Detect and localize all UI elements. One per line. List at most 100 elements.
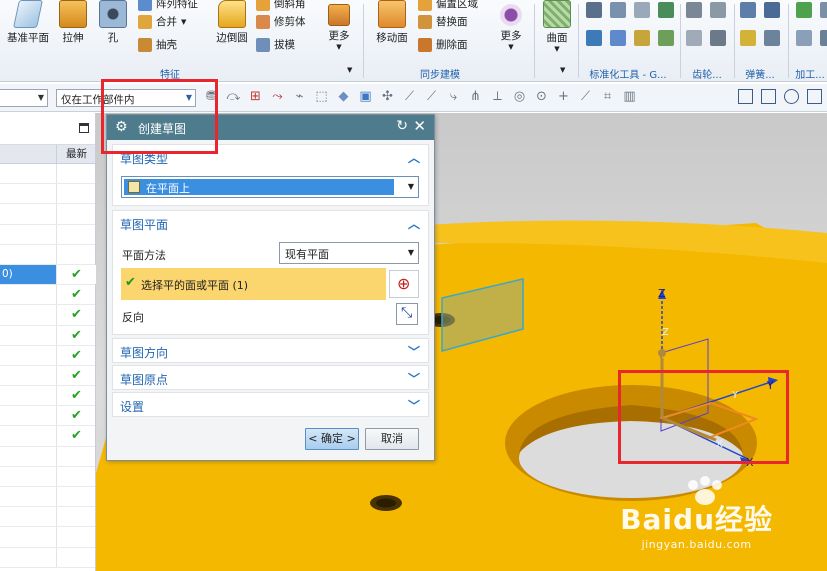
endpoint-icon[interactable]: ⟋ [402, 89, 417, 104]
navigator-row[interactable]: ✔ [0, 285, 95, 306]
section-settings[interactable]: 设置 ﹀ [112, 392, 429, 417]
fit-view-icon[interactable] [738, 89, 753, 104]
cube-select-icon[interactable]: ▣ [358, 89, 373, 104]
face-rule-icon[interactable]: ⌁ [292, 89, 307, 104]
cancel-button[interactable]: 取消 [365, 428, 419, 450]
zoom-view-icon[interactable] [761, 89, 776, 104]
more-sync-button[interactable]: 更多 ▼ [494, 0, 528, 51]
perpendicular-icon[interactable]: ⟂ [490, 89, 505, 104]
navigator-row[interactable] [0, 244, 95, 265]
orient-view-icon[interactable] [807, 89, 822, 104]
navigator-row[interactable]: ✔ [0, 426, 95, 447]
select-all-icon[interactable]: ⤼ [226, 89, 241, 104]
navigator-row[interactable]: ✔ [0, 406, 95, 427]
more-sync-dropdown-icon[interactable]: ▼ [494, 43, 528, 51]
navigator-row[interactable]: ✔ [0, 305, 95, 326]
existing-point-icon[interactable]: + [556, 89, 571, 104]
gb-shape-icon[interactable] [658, 2, 674, 18]
navigator-row[interactable] [0, 527, 95, 548]
gear-spur-icon[interactable] [686, 2, 702, 18]
spread-icon[interactable]: ✣ [380, 89, 395, 104]
machining-sheet-icon[interactable] [796, 30, 812, 46]
reverse-direction-button[interactable]: ⤡ [396, 303, 418, 325]
ok-button[interactable]: < 确定 > [305, 428, 359, 450]
dialog-title-bar[interactable]: ⚙ 创建草图 ↻ ✕ [107, 115, 434, 140]
draft-button[interactable]: 拔模 [256, 37, 295, 52]
plane-method-select[interactable]: 现有平面 ▼ [279, 242, 419, 264]
navigator-row[interactable] [0, 184, 95, 205]
navigator-row[interactable]: ✔ [0, 386, 95, 407]
curve-rule-icon[interactable]: ⤳ [270, 89, 285, 104]
navigator-row[interactable] [0, 507, 95, 528]
quadrant-icon[interactable]: ⊙ [534, 89, 549, 104]
feature-select-icon[interactable]: ⊞ [248, 89, 263, 104]
point-on-face-icon[interactable]: ⌗ [600, 89, 615, 104]
hole-button[interactable]: 孔 [98, 0, 128, 45]
move-face-button[interactable]: 移动面 [372, 0, 412, 45]
control-point-icon[interactable]: ⤷ [446, 89, 461, 104]
navigator-row[interactable]: ✔ [0, 345, 95, 366]
section-header-sketch-type[interactable]: 草图类型 ︿ [113, 145, 428, 170]
machining-doc-icon[interactable] [820, 30, 827, 46]
gb-part-icon[interactable] [586, 2, 602, 18]
section-header-settings[interactable]: 设置 ﹀ [113, 393, 428, 418]
spring-tension-icon[interactable] [764, 2, 780, 18]
gear-helix-icon[interactable] [710, 2, 726, 18]
gear-cone-icon[interactable] [686, 30, 702, 46]
arc-center-icon[interactable]: ◎ [512, 89, 527, 104]
section-header-sketch-origin[interactable]: 草图原点 ﹀ [113, 366, 428, 391]
unite-dropdown-icon[interactable]: ▼ [181, 18, 186, 26]
navigator-row[interactable] [0, 466, 95, 487]
navigator-row[interactable] [0, 164, 95, 185]
gb-fix-icon[interactable] [610, 30, 626, 46]
filter-icon[interactable]: ⛃ [204, 89, 219, 104]
delete-face-button[interactable]: 删除面 [418, 37, 468, 52]
feature-group-expand-icon[interactable]: ▼ [347, 66, 352, 74]
navigator-row[interactable]: 0) ✔ [0, 264, 96, 286]
offset-region-button[interactable]: 偏置区域 [418, 0, 478, 11]
face-selector-button[interactable]: ⊕ [389, 270, 419, 298]
intersection-icon[interactable]: ⋔ [468, 89, 483, 104]
close-icon[interactable]: ✕ [413, 117, 426, 135]
column-header-latest[interactable]: 最新 [56, 145, 96, 164]
select-face-row[interactable]: ✔ 选择平的面或平面 (1) [121, 268, 386, 300]
trim-body-button[interactable]: 修剪体 [256, 14, 306, 29]
spring-compression-icon[interactable] [740, 2, 756, 18]
sketch-type-select[interactable]: 在平面上 ▼ [121, 176, 419, 198]
navigator-row[interactable] [0, 204, 95, 225]
gb-wrench-icon[interactable] [586, 30, 602, 46]
maximize-icon[interactable] [79, 123, 89, 133]
spring-delete-icon[interactable] [764, 30, 780, 46]
chamfer-button[interactable]: 倒斜角 [256, 0, 306, 11]
point-on-curve-icon[interactable]: ⟋ [578, 89, 593, 104]
replace-face-button[interactable]: 替换面 [418, 14, 468, 29]
rotate-view-icon[interactable] [784, 89, 799, 104]
gb-stack-icon[interactable] [610, 2, 626, 18]
surface-button[interactable]: 曲面 ▼ [538, 0, 576, 53]
type-filter-select[interactable]: ▼ [0, 89, 48, 107]
shell-button[interactable]: 抽壳 [138, 37, 177, 52]
midpoint-icon[interactable]: ⟋ [424, 89, 439, 104]
pattern-feature-button[interactable]: 阵列特征 [138, 0, 198, 11]
gb-shaft-icon[interactable] [658, 30, 674, 46]
gb-bolt-icon[interactable] [634, 2, 650, 18]
machining-check-icon[interactable] [796, 2, 812, 18]
surface-dropdown-icon[interactable]: ▼ [538, 45, 576, 53]
reset-icon[interactable]: ↻ [396, 118, 408, 134]
navigator-row[interactable] [0, 547, 95, 568]
section-header-sketch-plane[interactable]: 草图平面 ︿ [113, 211, 428, 236]
solid-body-icon[interactable]: ◆ [336, 89, 351, 104]
navigator-row[interactable] [0, 224, 95, 245]
navigator-row[interactable] [0, 487, 95, 508]
section-sketch-orientation[interactable]: 草图方向 ﹀ [112, 338, 429, 363]
selection-scope-select[interactable]: 仅在工作部件内 ▼ [56, 89, 196, 107]
spring-disk-icon[interactable] [740, 30, 756, 46]
gb-gear-icon[interactable] [634, 30, 650, 46]
datum-plane-button[interactable]: 基准平面 [4, 0, 52, 45]
section-header-sketch-orientation[interactable]: 草图方向 ﹀ [113, 339, 428, 364]
sync-group-expand-icon[interactable]: ▼ [560, 66, 565, 74]
unite-button[interactable]: 合并 ▼ [138, 14, 186, 29]
gear-worm-icon[interactable] [710, 30, 726, 46]
section-sketch-origin[interactable]: 草图原点 ﹀ [112, 365, 429, 390]
more-feature-dropdown-icon[interactable]: ▼ [322, 43, 356, 51]
